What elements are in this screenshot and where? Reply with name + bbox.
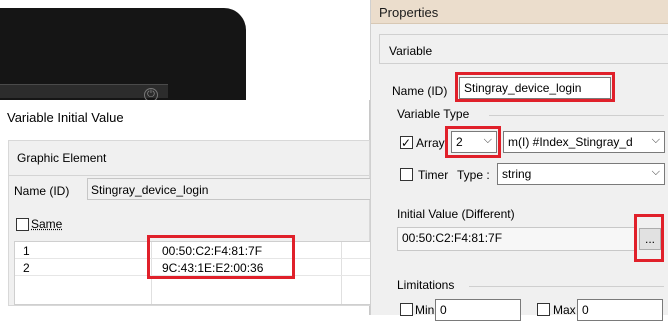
highlight-box [445, 126, 501, 158]
variable-initial-value-dialog: Variable Initial Value Graphic Element N… [0, 100, 372, 315]
row-index: 1 [23, 244, 30, 258]
name-label: Name (ID) [14, 184, 70, 198]
initial-value-label: Initial Value (Different) [397, 207, 515, 221]
dialog-title: Variable Initial Value [7, 110, 124, 125]
type-select[interactable]: string ⌵ [497, 163, 665, 185]
check-icon: ✓ [401, 136, 412, 150]
same-label[interactable]: Same [31, 217, 62, 231]
device-bar [0, 84, 168, 98]
min-checkbox[interactable] [400, 303, 413, 316]
array-index-select[interactable]: m(I) #Index_Stingray_d ⌵ [503, 131, 665, 153]
max-input[interactable]: 0 [577, 299, 663, 321]
highlight-box [455, 72, 615, 102]
array-checkbox[interactable]: ✓ [400, 136, 413, 149]
panel-title: Properties [371, 0, 668, 24]
device-preview: ⏻ [0, 0, 248, 118]
variable-type-label: Variable Type [397, 107, 470, 121]
type-label: Type : [457, 168, 490, 182]
array-label: Array [416, 136, 445, 150]
name-field[interactable]: Stingray_device_login [87, 178, 372, 200]
array-index-value: m(I) #Index_Stingray_d [508, 135, 633, 149]
max-checkbox[interactable] [537, 303, 550, 316]
limitations-label: Limitations [397, 278, 455, 292]
group-separator [9, 175, 369, 176]
group-title: Graphic Element [17, 151, 107, 165]
same-checkbox[interactable] [16, 218, 29, 231]
timer-label: Timer [418, 168, 449, 182]
initial-value-field[interactable]: 00:50:C2:F4:81:7F [397, 227, 635, 251]
timer-checkbox[interactable] [400, 168, 413, 181]
row-index: 2 [23, 261, 30, 275]
chevron-down-icon: ⌵ [651, 134, 660, 146]
highlight-box [147, 235, 295, 279]
group-separator [489, 115, 664, 116]
type-value: string [502, 167, 532, 181]
section-header: Variable [379, 34, 668, 64]
properties-panel: Properties Variable Name (ID) Stingray_d… [370, 0, 668, 321]
name-label: Name (ID) [392, 84, 448, 98]
group-separator [469, 286, 664, 287]
highlight-box [634, 214, 664, 262]
min-input[interactable]: 0 [435, 299, 521, 321]
chevron-down-icon: ⌵ [651, 166, 660, 178]
